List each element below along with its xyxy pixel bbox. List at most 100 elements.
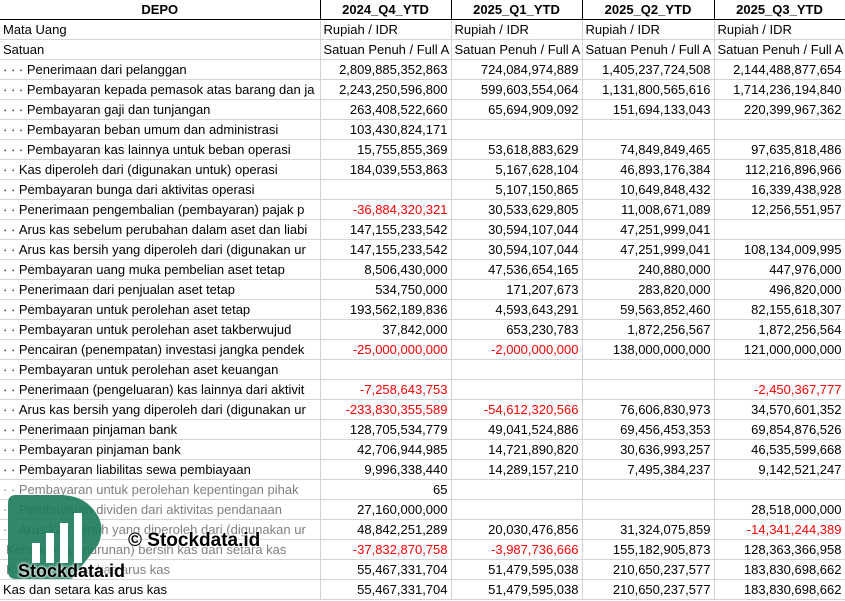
table-cell-value[interactable]: 28,518,000,000	[714, 499, 845, 520]
table-cell-value[interactable]: 171,207,673	[451, 279, 583, 300]
table-cell-value[interactable]: 1,872,256,564	[714, 319, 845, 340]
table-cell-value[interactable]	[714, 119, 845, 140]
table-cell-value[interactable]: 5,167,628,104	[451, 159, 583, 180]
table-cell-value[interactable]: 74,849,849,465	[582, 139, 715, 160]
table-cell-label[interactable]: Penerimaan dari pelanggan	[0, 59, 321, 80]
table-cell-value[interactable]: 210,650,237,577	[582, 559, 715, 580]
header-cell-ticker[interactable]: DEPO	[0, 0, 321, 20]
table-cell-value[interactable]: 155,182,905,873	[582, 539, 715, 560]
table-cell-value[interactable]	[582, 119, 715, 140]
table-cell-value[interactable]: 183,830,698,662	[714, 559, 845, 580]
table-cell-value[interactable]: -37,832,870,758	[320, 539, 452, 560]
table-cell-value[interactable]: 184,039,553,863	[320, 159, 452, 180]
table-cell-value[interactable]: 128,705,534,779	[320, 419, 452, 440]
table-cell-label[interactable]: Kas diperoleh dari (digunakan untuk) ope…	[0, 159, 321, 180]
table-cell-value[interactable]	[451, 479, 583, 500]
header-cell-2025-q2[interactable]: 2025_Q2_YTD	[582, 0, 715, 20]
table-cell-value[interactable]: -2,450,367,777	[714, 379, 845, 400]
table-cell-value[interactable]: 534,750,000	[320, 279, 452, 300]
table-cell-value[interactable]: 11,008,671,089	[582, 199, 715, 220]
table-cell-value[interactable]	[582, 359, 715, 380]
table-cell-label[interactable]: Pembayaran pinjaman bank	[0, 439, 321, 460]
table-cell-value[interactable]	[451, 499, 583, 520]
table-cell-value[interactable]: 47,251,999,041	[582, 239, 715, 260]
table-cell-value[interactable]: 46,893,176,384	[582, 159, 715, 180]
table-cell-value[interactable]: 65	[320, 479, 452, 500]
table-cell-value[interactable]: 16,339,438,928	[714, 179, 845, 200]
table-cell-value[interactable]	[320, 179, 452, 200]
table-cell-value[interactable]: 220,399,967,362	[714, 99, 845, 120]
table-cell-value[interactable]: 48,842,251,289	[320, 519, 452, 540]
table-cell-label[interactable]: Pembayaran bunga dari aktivitas operasi	[0, 179, 321, 200]
table-cell-value[interactable]: 5,107,150,865	[451, 179, 583, 200]
table-cell-label[interactable]: Arus kas sebelum perubahan dalam aset da…	[0, 219, 321, 240]
table-cell-value[interactable]: -3,987,736,666	[451, 539, 583, 560]
table-cell-label[interactable]: Mata Uang	[0, 19, 321, 40]
table-cell-value[interactable]: 14,721,890,820	[451, 439, 583, 460]
table-cell-value[interactable]	[451, 359, 583, 380]
table-cell-label[interactable]: Satuan	[0, 39, 321, 60]
table-cell-value[interactable]: 12,256,551,957	[714, 199, 845, 220]
table-cell-value[interactable]: 138,000,000,000	[582, 339, 715, 360]
table-cell-value[interactable]: 121,000,000,000	[714, 339, 845, 360]
table-cell-value[interactable]: 1,405,237,724,508	[582, 59, 715, 80]
table-cell-value[interactable]: 20,030,476,856	[451, 519, 583, 540]
table-cell-value[interactable]: 283,820,000	[582, 279, 715, 300]
table-cell-value[interactable]	[582, 499, 715, 520]
table-cell-value[interactable]: 183,830,698,662	[714, 579, 845, 600]
table-cell-value[interactable]: 151,694,133,043	[582, 99, 715, 120]
table-cell-value[interactable]: 65,694,909,092	[451, 99, 583, 120]
table-cell-value[interactable]: 240,880,000	[582, 259, 715, 280]
table-cell-value[interactable]: 103,430,824,171	[320, 119, 452, 140]
table-cell-value[interactable]: 15,755,855,369	[320, 139, 452, 160]
table-cell-value[interactable]: 59,563,852,460	[582, 299, 715, 320]
table-cell-value[interactable]: 55,467,331,704	[320, 579, 452, 600]
header-cell-2025-q1[interactable]: 2025_Q1_YTD	[451, 0, 583, 20]
table-cell-value[interactable]	[714, 359, 845, 380]
table-cell[interactable]: Rupiah / IDR	[320, 19, 452, 40]
table-cell-value[interactable]: 76,606,830,973	[582, 399, 715, 420]
table-cell-value[interactable]: 27,160,000,000	[320, 499, 452, 520]
table-cell-value[interactable]: 1,872,256,567	[582, 319, 715, 340]
table-cell-value[interactable]: 69,854,876,526	[714, 419, 845, 440]
table-cell-value[interactable]: 30,636,993,257	[582, 439, 715, 460]
table-cell-label[interactable]: Pembayaran untuk perolehan aset takberwu…	[0, 319, 321, 340]
table-cell-value[interactable]: 42,706,944,985	[320, 439, 452, 460]
table-cell-value[interactable]: 599,603,554,064	[451, 79, 583, 100]
table-cell-value[interactable]: 7,495,384,237	[582, 459, 715, 480]
table-cell[interactable]: Rupiah / IDR	[451, 19, 583, 40]
table-cell-value[interactable]	[451, 119, 583, 140]
table-cell-value[interactable]: -233,830,355,589	[320, 399, 452, 420]
table-cell-label[interactable]: Pembayaran uang muka pembelian aset teta…	[0, 259, 321, 280]
table-cell-value[interactable]: 112,216,896,966	[714, 159, 845, 180]
table-cell-value[interactable]: 2,243,250,596,800	[320, 79, 452, 100]
table-cell-value[interactable]: 51,479,595,038	[451, 579, 583, 600]
table-cell-value[interactable]: 47,536,654,165	[451, 259, 583, 280]
table-cell-value[interactable]: 30,594,107,044	[451, 219, 583, 240]
table-cell-value[interactable]: -36,884,320,321	[320, 199, 452, 220]
table-cell-value[interactable]: 8,506,430,000	[320, 259, 452, 280]
table-cell-value[interactable]: 2,809,885,352,863	[320, 59, 452, 80]
table-cell-value[interactable]: 55,467,331,704	[320, 559, 452, 580]
table-cell-value[interactable]	[714, 219, 845, 240]
table-cell-value[interactable]: -54,612,320,566	[451, 399, 583, 420]
table-cell-value[interactable]: 97,635,818,486	[714, 139, 845, 160]
table-cell-value[interactable]: 51,479,595,038	[451, 559, 583, 580]
table-cell-label[interactable]: Pembayaran dividen dari aktivitas pendan…	[0, 499, 321, 520]
table-cell-label[interactable]: Pembayaran untuk perolehan aset tetap	[0, 299, 321, 320]
table-cell[interactable]: Satuan Penuh / Full A	[714, 39, 845, 60]
table-cell-value[interactable]: 46,535,599,668	[714, 439, 845, 460]
table-cell-value[interactable]: 49,041,524,886	[451, 419, 583, 440]
table-cell[interactable]: Rupiah / IDR	[714, 19, 845, 40]
table-cell-label[interactable]: Penerimaan dari penjualan aset tetap	[0, 279, 321, 300]
table-cell-value[interactable]: 263,408,522,660	[320, 99, 452, 120]
header-cell-2025-q3[interactable]: 2025_Q3_YTD	[714, 0, 845, 20]
table-cell-value[interactable]: 30,533,629,805	[451, 199, 583, 220]
table-cell-value[interactable]: 53,618,883,629	[451, 139, 583, 160]
table-cell-value[interactable]	[582, 479, 715, 500]
table-cell-value[interactable]: 724,084,974,889	[451, 59, 583, 80]
table-cell-value[interactable]: 147,155,233,542	[320, 219, 452, 240]
table-cell-value[interactable]: -7,258,643,753	[320, 379, 452, 400]
table-cell-value[interactable]: 193,562,189,836	[320, 299, 452, 320]
table-cell-label[interactable]: Pembayaran untuk perolehan kepentingan p…	[0, 479, 321, 500]
